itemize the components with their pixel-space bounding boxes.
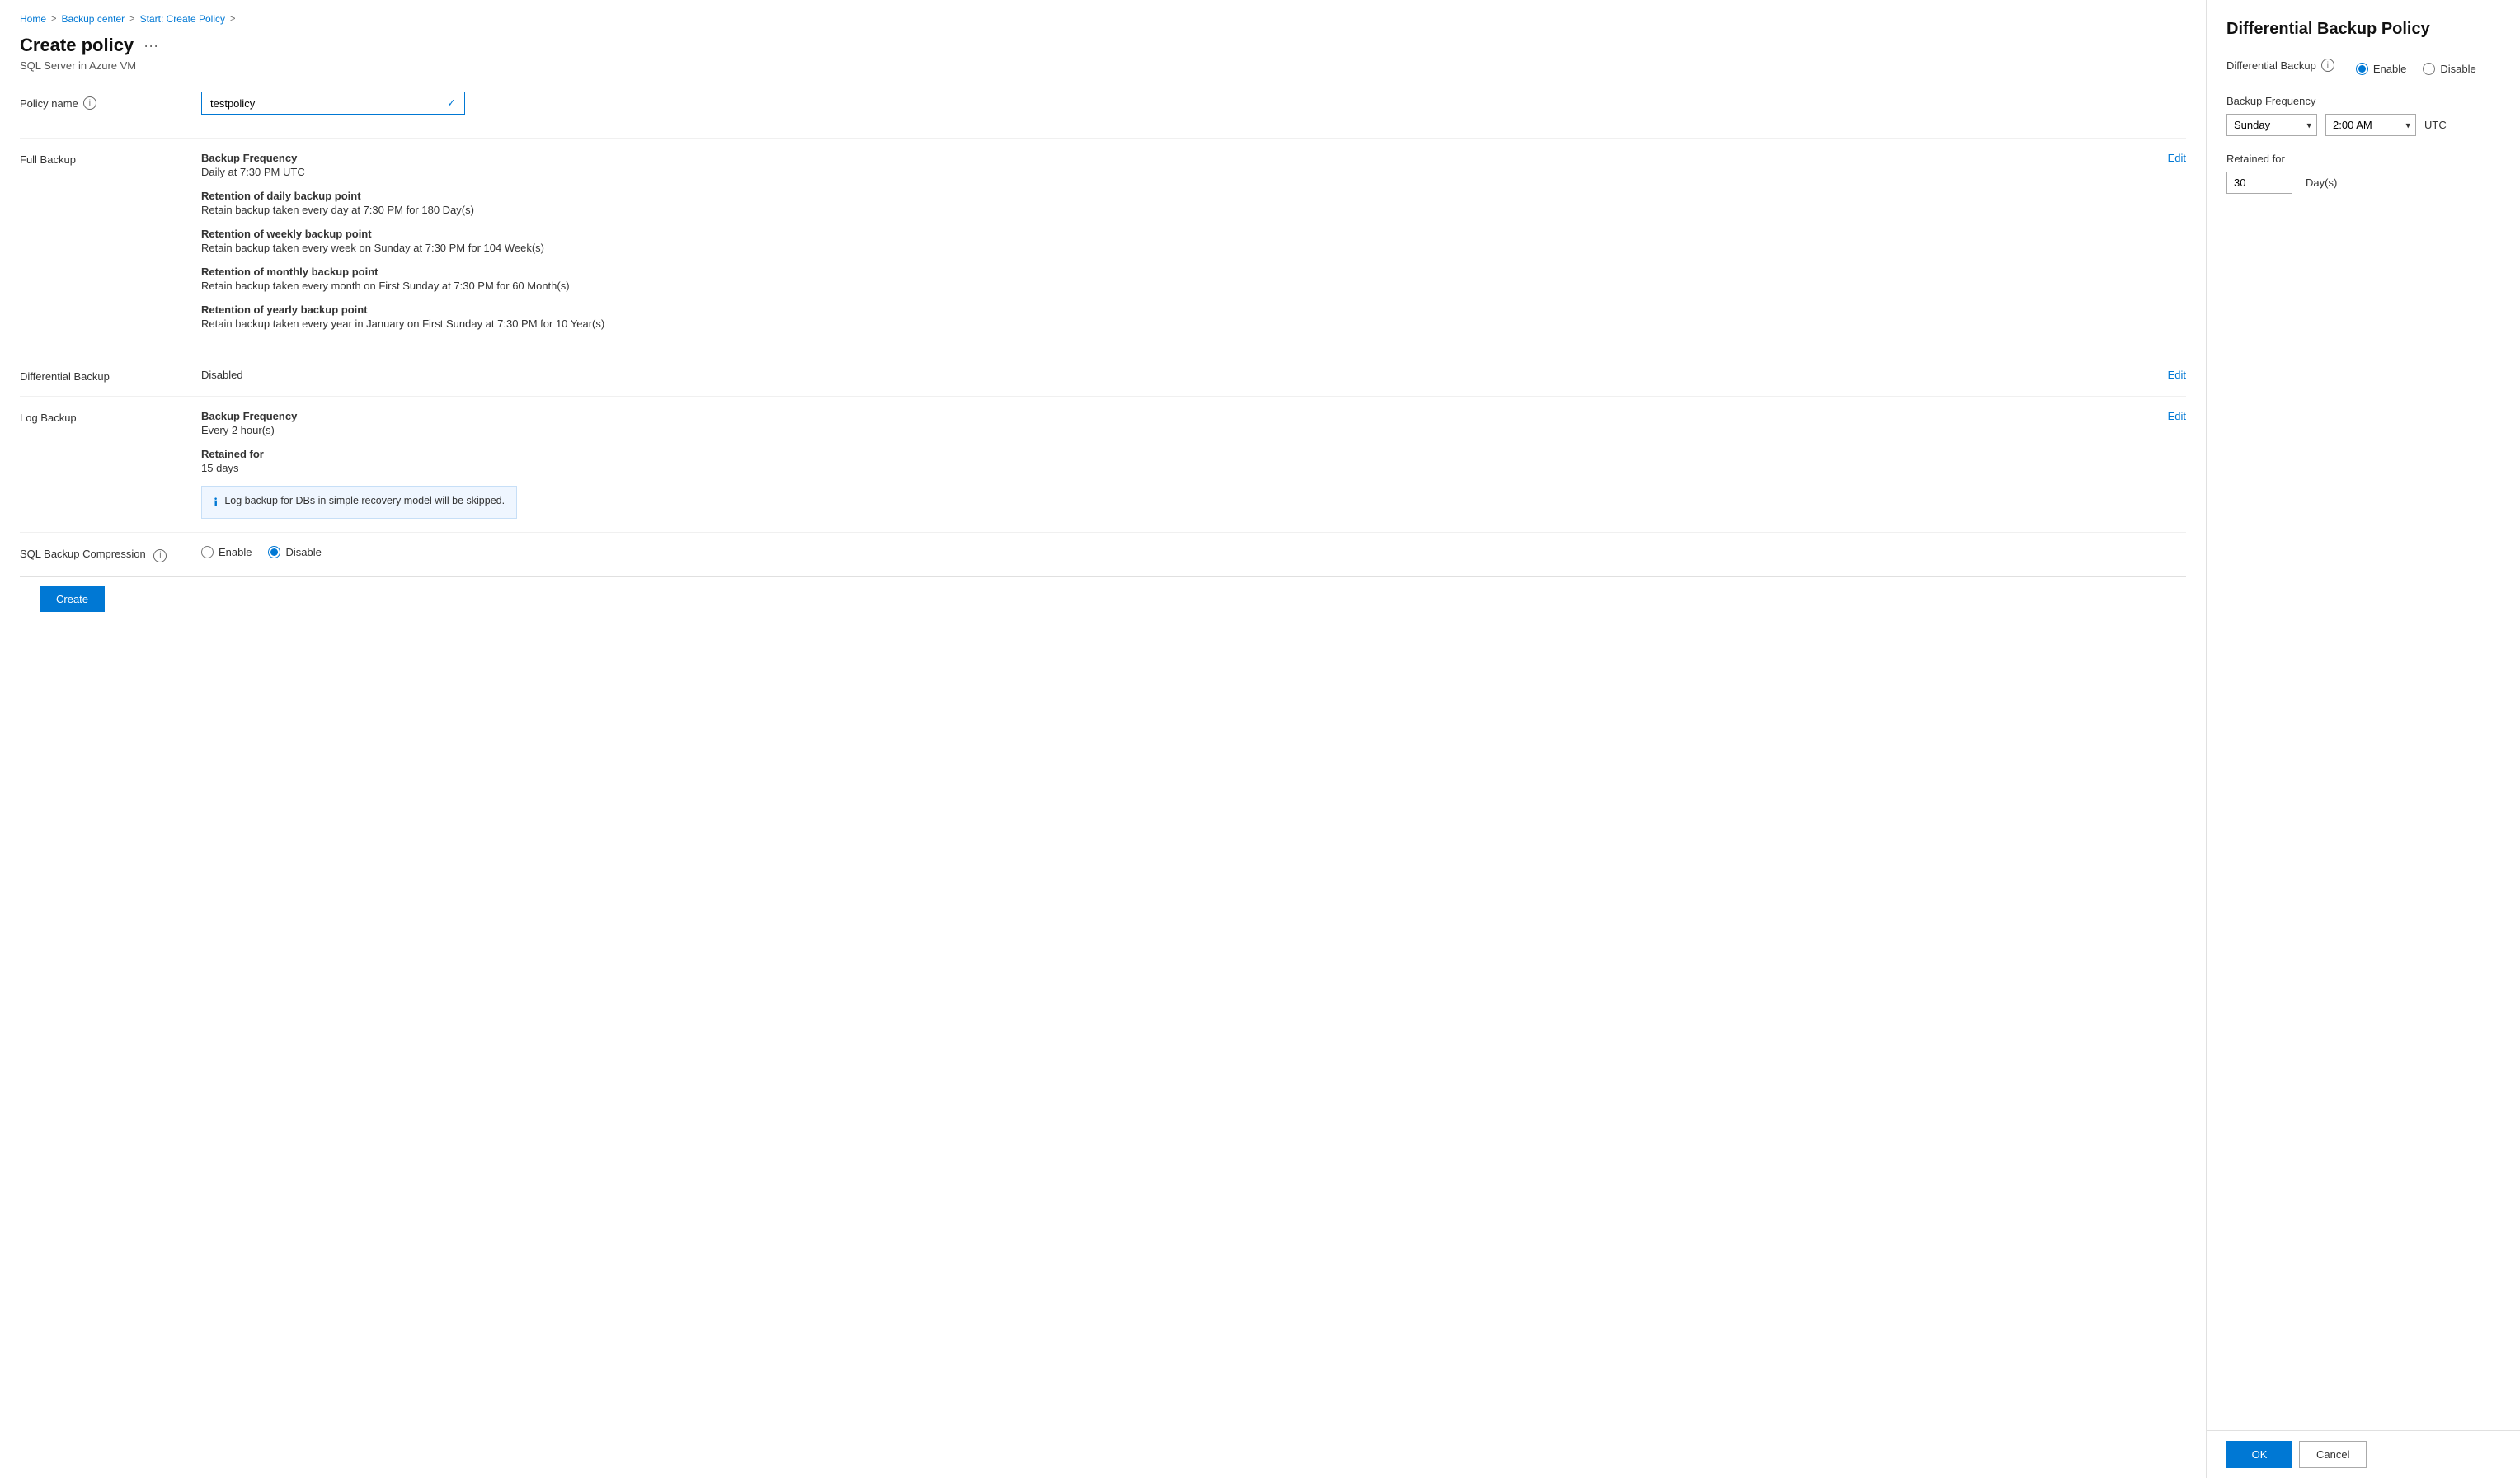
sql-compression-disable-radio[interactable] bbox=[268, 546, 280, 558]
retention-weekly-group: Retention of weekly backup point Retain … bbox=[201, 228, 604, 254]
rp-time-select-wrapper: 12:00 AM 1:00 AM 2:00 AM 3:00 AM 4:00 AM… bbox=[2325, 114, 2416, 136]
rp-days-label: Day(s) bbox=[2306, 177, 2337, 189]
rp-backup-frequency-label: Backup Frequency bbox=[2226, 95, 2500, 107]
differential-backup-edit-link[interactable]: Edit bbox=[2168, 369, 2186, 381]
rp-differential-info-icon[interactable]: i bbox=[2321, 59, 2334, 72]
page-subtitle: SQL Server in Azure VM bbox=[20, 59, 2186, 72]
differential-backup-content: Disabled Edit bbox=[201, 369, 2186, 381]
log-backup-retained-title: Retained for bbox=[201, 448, 517, 460]
log-backup-info-text: Log backup for DBs in simple recovery mo… bbox=[224, 495, 505, 506]
rp-disable-option[interactable]: Disable bbox=[2423, 63, 2475, 75]
rp-enable-radio[interactable] bbox=[2356, 63, 2368, 75]
breadcrumb-sep3: > bbox=[230, 14, 235, 24]
rp-disable-radio[interactable] bbox=[2423, 63, 2435, 75]
full-backup-frequency-group: Backup Frequency Daily at 7:30 PM UTC bbox=[201, 152, 604, 178]
log-backup-frequency-title: Backup Frequency bbox=[201, 410, 517, 422]
sql-compression-disable-label: Disable bbox=[285, 546, 321, 558]
policy-name-row: Policy name i ✓ bbox=[20, 92, 2186, 115]
rp-retained-label: Retained for bbox=[2226, 153, 2500, 165]
full-backup-content: Backup Frequency Daily at 7:30 PM UTC Re… bbox=[201, 152, 2186, 341]
breadcrumb-home[interactable]: Home bbox=[20, 13, 46, 25]
log-backup-edit-link[interactable]: Edit bbox=[2168, 410, 2186, 422]
retention-weekly-value: Retain backup taken every week on Sunday… bbox=[201, 242, 604, 254]
retention-monthly-title: Retention of monthly backup point bbox=[201, 266, 604, 278]
retention-daily-group: Retention of daily backup point Retain b… bbox=[201, 190, 604, 216]
cancel-button[interactable]: Cancel bbox=[2299, 1441, 2367, 1468]
log-backup-retained-group: Retained for 15 days bbox=[201, 448, 517, 474]
breadcrumb-sep2: > bbox=[129, 14, 134, 24]
sql-compression-disable-option[interactable]: Disable bbox=[268, 546, 321, 558]
sql-compression-enable-option[interactable]: Enable bbox=[201, 546, 252, 558]
full-backup-edit-link[interactable]: Edit bbox=[2168, 152, 2186, 164]
rp-backup-frequency-field: Backup Frequency Sunday Monday Tuesday W… bbox=[2226, 95, 2500, 136]
policy-name-label: Policy name i bbox=[20, 92, 201, 110]
policy-name-input[interactable] bbox=[210, 97, 440, 110]
retention-yearly-value: Retain backup taken every year in Januar… bbox=[201, 318, 604, 330]
create-button[interactable]: Create bbox=[40, 586, 105, 612]
log-backup-info-box: ℹ Log backup for DBs in simple recovery … bbox=[201, 486, 517, 519]
breadcrumb-sep1: > bbox=[51, 14, 56, 24]
rp-time-select[interactable]: 12:00 AM 1:00 AM 2:00 AM 3:00 AM 4:00 AM… bbox=[2325, 114, 2416, 136]
retention-yearly-title: Retention of yearly backup point bbox=[201, 304, 604, 316]
full-backup-row: Full Backup Backup Frequency Daily at 7:… bbox=[20, 138, 2186, 355]
log-backup-row: Log Backup Backup Frequency Every 2 hour… bbox=[20, 396, 2186, 532]
log-backup-info-icon: ℹ bbox=[214, 496, 218, 510]
sql-compression-radio-group: Enable Disable bbox=[201, 546, 2186, 558]
rp-day-select[interactable]: Sunday Monday Tuesday Wednesday Thursday… bbox=[2226, 114, 2317, 136]
sql-compression-label: SQL Backup Compression i bbox=[20, 546, 201, 562]
rp-enable-label: Enable bbox=[2373, 63, 2406, 75]
right-bottom-bar: OK Cancel bbox=[2207, 1430, 2520, 1478]
full-backup-frequency-title: Backup Frequency bbox=[201, 152, 604, 164]
input-check-icon: ✓ bbox=[447, 96, 456, 110]
rp-day-select-wrapper: Sunday Monday Tuesday Wednesday Thursday… bbox=[2226, 114, 2317, 136]
differential-backup-status: Disabled bbox=[201, 369, 243, 381]
policy-name-input-wrapper: ✓ bbox=[201, 92, 465, 115]
breadcrumb-backup-center[interactable]: Backup center bbox=[61, 13, 125, 25]
full-backup-frequency-value: Daily at 7:30 PM UTC bbox=[201, 166, 604, 178]
log-backup-label: Log Backup bbox=[20, 410, 201, 424]
sql-compression-row: SQL Backup Compression i Enable Disable bbox=[20, 532, 2186, 576]
rp-disable-label: Disable bbox=[2440, 63, 2475, 75]
rp-utc-label: UTC bbox=[2424, 119, 2447, 131]
policy-name-info-icon[interactable]: i bbox=[83, 96, 96, 110]
log-backup-content: Backup Frequency Every 2 hour(s) Retaine… bbox=[201, 410, 2186, 519]
rp-enable-option[interactable]: Enable bbox=[2356, 63, 2406, 75]
retention-yearly-group: Retention of yearly backup point Retain … bbox=[201, 304, 604, 330]
right-panel: Differential Backup Policy Differential … bbox=[2207, 0, 2520, 1478]
retention-monthly-value: Retain backup taken every month on First… bbox=[201, 280, 604, 292]
rp-differential-radio-group: Enable Disable bbox=[2356, 63, 2476, 75]
retention-daily-title: Retention of daily backup point bbox=[201, 190, 604, 202]
log-backup-frequency-group: Backup Frequency Every 2 hour(s) bbox=[201, 410, 517, 436]
policy-name-content: ✓ bbox=[201, 92, 2186, 115]
rp-retained-input[interactable] bbox=[2226, 172, 2292, 194]
sql-compression-enable-label: Enable bbox=[219, 546, 252, 558]
full-backup-label: Full Backup bbox=[20, 152, 201, 166]
differential-backup-row: Differential Backup Disabled Edit bbox=[20, 355, 2186, 396]
sql-compression-content: Enable Disable bbox=[201, 546, 2186, 558]
rp-retained-field: Retained for Day(s) bbox=[2226, 153, 2500, 194]
breadcrumb-current: Start: Create Policy bbox=[140, 13, 225, 25]
retention-weekly-title: Retention of weekly backup point bbox=[201, 228, 604, 240]
breadcrumb: Home > Backup center > Start: Create Pol… bbox=[20, 13, 2186, 25]
rp-differential-backup-row: Differential Backup i Enable Disable bbox=[2226, 59, 2500, 78]
log-backup-retained-value: 15 days bbox=[201, 462, 517, 474]
differential-backup-label: Differential Backup bbox=[20, 369, 201, 383]
rp-differential-backup-label: Differential Backup i bbox=[2226, 59, 2334, 72]
sql-compression-info-icon[interactable]: i bbox=[153, 549, 167, 562]
log-backup-frequency-value: Every 2 hour(s) bbox=[201, 424, 517, 436]
rp-differential-backup-field: Differential Backup i Enable Disable bbox=[2226, 59, 2500, 78]
sql-compression-enable-radio[interactable] bbox=[201, 546, 214, 558]
page-title: Create policy bbox=[20, 35, 134, 56]
rp-retained-row: Day(s) bbox=[2226, 172, 2500, 194]
bottom-bar: Create bbox=[20, 576, 2186, 622]
ok-button[interactable]: OK bbox=[2226, 1441, 2292, 1468]
retention-monthly-group: Retention of monthly backup point Retain… bbox=[201, 266, 604, 292]
right-panel-title: Differential Backup Policy bbox=[2226, 20, 2500, 39]
retention-daily-value: Retain backup taken every day at 7:30 PM… bbox=[201, 204, 604, 216]
rp-backup-frequency-row: Sunday Monday Tuesday Wednesday Thursday… bbox=[2226, 114, 2500, 136]
more-button[interactable]: ··· bbox=[140, 35, 162, 56]
